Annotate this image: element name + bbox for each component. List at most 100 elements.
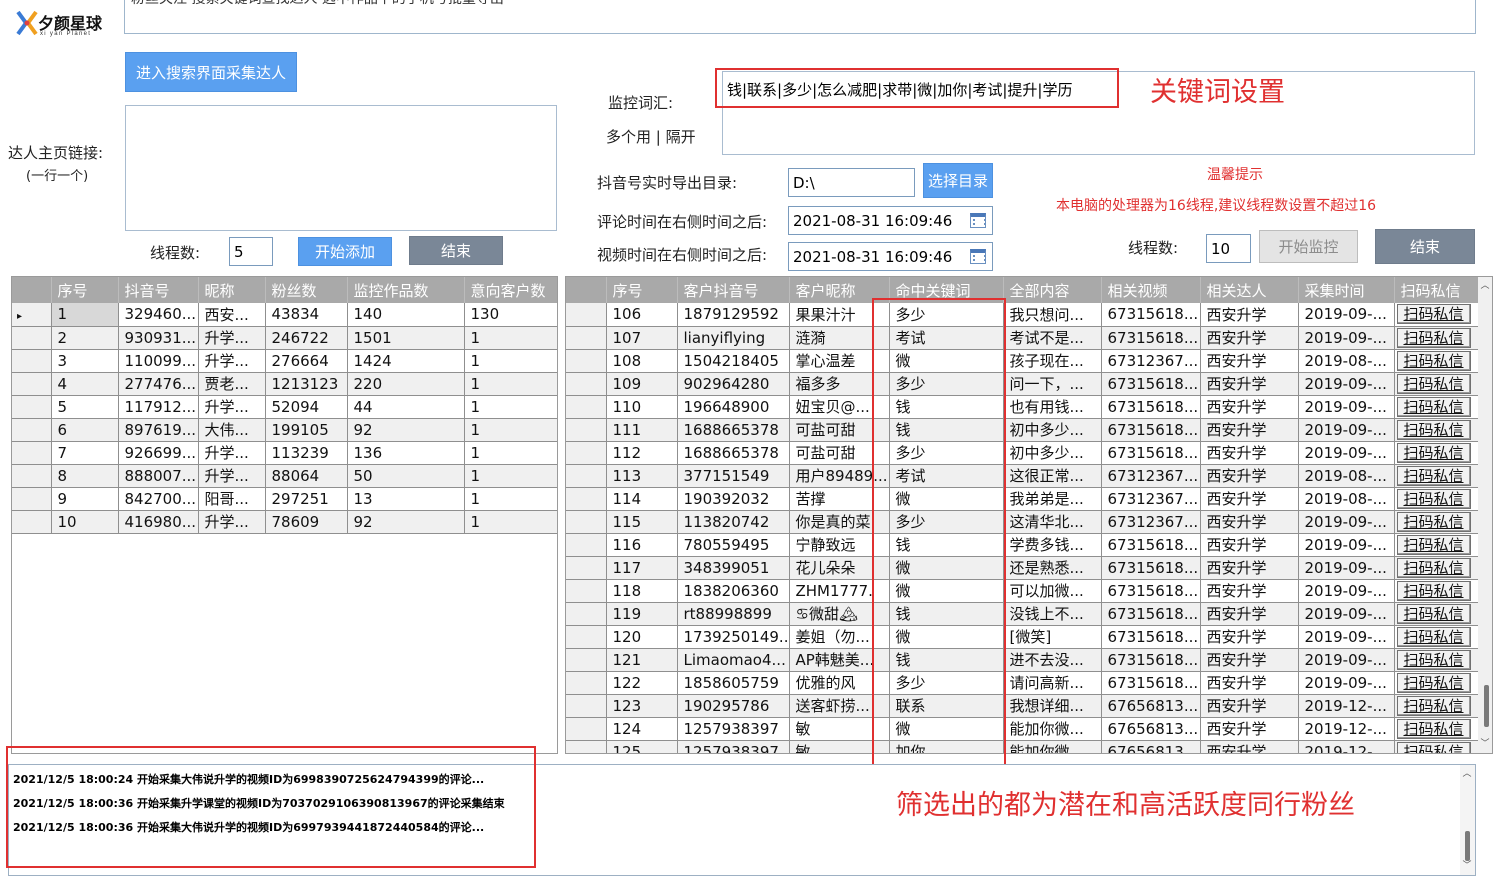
table-cell[interactable]: 118 [606,579,678,603]
table-cell[interactable]: 92 [347,418,465,442]
table-row[interactable]: 113 377151549 用户89489... 考试 这很正常... 67312367.… [566,464,1485,488]
table-cell[interactable]: 西安升学 [1200,303,1299,327]
column-header[interactable]: 粉丝数 [265,277,348,303]
row-header[interactable] [566,464,607,488]
scan-message-button[interactable]: 扫码私信 [1396,649,1471,670]
scan-message-button[interactable]: 扫码私信 [1396,419,1471,440]
table-cell[interactable]: 123 [606,694,678,718]
row-header[interactable] [12,326,52,350]
column-header[interactable]: 抖音号 [118,277,199,303]
row-header[interactable]: ▸ [12,303,52,327]
right-end-button[interactable]: 结束 [1375,229,1475,264]
table-row[interactable]: 125 1257938397 敏加你 能加你微... 67656813... 西安升学 20… [566,740,1485,753]
table-cell[interactable]: 1213123 [265,372,348,396]
left-end-button[interactable]: 结束 [409,236,503,265]
column-header[interactable]: 客户抖音号 [677,277,790,303]
start-add-button[interactable]: 开始添加 [298,237,392,266]
table-row[interactable]: 112 1688665378 可盐可甜 多少 初中多少... 67315618... 西安升… [566,441,1485,465]
table-cell[interactable]: 113 [606,464,678,488]
scroll-thumb[interactable] [1484,685,1489,727]
table-cell[interactable]: 117 [606,556,678,580]
table-row[interactable]: 110 196648900 妞宝贝@... 钱也有用钱... 67315618... 西安… [566,395,1485,419]
row-header[interactable] [12,487,52,511]
scan-message-button[interactable]: 扫码私信 [1396,373,1471,394]
table-cell[interactable]: 67315618... [1101,418,1201,442]
table-cell[interactable]: 2019-09-... [1298,533,1395,557]
table-cell[interactable]: 67312367... [1101,510,1201,534]
homepage-links-textarea[interactable] [125,105,557,231]
table-cell[interactable]: 西安升学 [1200,694,1299,718]
table-cell[interactable]: 1 [464,395,557,419]
row-header[interactable] [566,579,607,603]
column-header[interactable]: 序号 [606,277,678,303]
table-cell[interactable]: 109 [606,372,678,396]
table-cell[interactable]: 初中多少... [1003,441,1102,465]
row-header[interactable] [566,533,607,557]
table-cell[interactable]: 1858605759 [677,671,790,695]
table-cell[interactable]: 246722 [265,326,348,350]
table-cell[interactable]: 2019-09-... [1298,556,1395,580]
row-header[interactable] [566,717,607,741]
table-cell[interactable]: 780559495 [677,533,790,557]
table-cell[interactable]: 1501 [347,326,465,350]
table-cell[interactable]: 没钱上不... [1003,602,1102,626]
table-cell[interactable]: 西安升学 [1200,372,1299,396]
table-cell[interactable]: 西安升学 [1200,648,1299,672]
table-cell[interactable]: 113820742 [677,510,790,534]
table-cell[interactable]: 1 [464,487,557,511]
table-row[interactable]: 116 780559495 宁静致远钱学费多钱... 67315618... 西安升学 2… [566,533,1485,557]
table-cell[interactable]: 113239 [265,441,348,465]
row-header[interactable] [566,625,607,649]
table-cell[interactable]: 2019-12-... [1298,740,1395,753]
table-cell[interactable]: 67312367... [1101,464,1201,488]
table-cell[interactable]: [微笑] [1003,625,1102,649]
table-cell[interactable]: 108 [606,349,678,373]
table-row[interactable]: 107 lianyiflying 涟漪 考试 考试不是... 67315618... 西安升… [566,326,1485,350]
table-cell[interactable]: 升学... [198,395,266,419]
table-cell[interactable]: 升学... [198,326,266,350]
table-cell[interactable]: 136 [347,441,465,465]
scroll-up-icon[interactable]: ︿ [1480,281,1490,291]
table-cell[interactable]: 67656813... [1101,694,1201,718]
table-cell[interactable]: 扫码私信 [1394,625,1485,649]
table-cell[interactable]: 西安... [198,303,266,327]
table-cell[interactable]: 2019-08-... [1298,464,1395,488]
row-header[interactable] [566,510,607,534]
table-cell[interactable]: 67315618... [1101,671,1201,695]
table-cell[interactable]: 67315618... [1101,326,1201,350]
table-cell[interactable]: 6 [51,418,119,442]
table-cell[interactable]: 124 [606,717,678,741]
column-header[interactable]: 意向客户数 [464,277,557,303]
table-cell[interactable]: 1838206360 [677,579,790,603]
table-cell[interactable]: lianyiflying [677,326,790,350]
table-row[interactable]: 8 888007... 升学... 88064 50 1 [12,464,557,488]
table-cell[interactable]: 67315618... [1101,372,1201,396]
table-cell[interactable]: 西安升学 [1200,441,1299,465]
table-cell[interactable]: 926699... [118,441,199,465]
table-cell[interactable]: 44 [347,395,465,419]
table-cell[interactable]: 67656813... [1101,717,1201,741]
row-header[interactable] [12,349,52,373]
scroll-down-icon[interactable]: ﹀ [1462,861,1472,871]
table-cell[interactable]: 10 [51,510,119,534]
table-cell[interactable]: 67315618... [1101,303,1201,327]
table-cell[interactable]: 107 [606,326,678,350]
table-cell[interactable]: 930931... [118,326,199,350]
scan-message-button[interactable]: 扫码私信 [1396,350,1471,371]
table-cell[interactable]: 1504218405 [677,349,790,373]
table-cell[interactable]: 88064 [265,464,348,488]
table-cell[interactable]: 考试不是... [1003,326,1102,350]
table-cell[interactable]: 西安升学 [1200,418,1299,442]
table-cell[interactable]: 扫码私信 [1394,303,1485,327]
table-cell[interactable]: 能加你微... [1003,717,1102,741]
scan-message-button[interactable]: 扫码私信 [1396,327,1471,348]
right-threads-input[interactable]: 10 [1206,234,1251,263]
table-cell[interactable]: 扫码私信 [1394,395,1485,419]
scan-message-button[interactable]: 扫码私信 [1396,534,1471,555]
table-cell[interactable]: 122 [606,671,678,695]
table-cell[interactable]: 扫码私信 [1394,717,1485,741]
row-header[interactable] [566,602,607,626]
table-row[interactable]: 10 416980... 升学... 78609 92 1 [12,510,557,534]
row-header[interactable] [566,694,607,718]
row-header[interactable] [12,395,52,419]
